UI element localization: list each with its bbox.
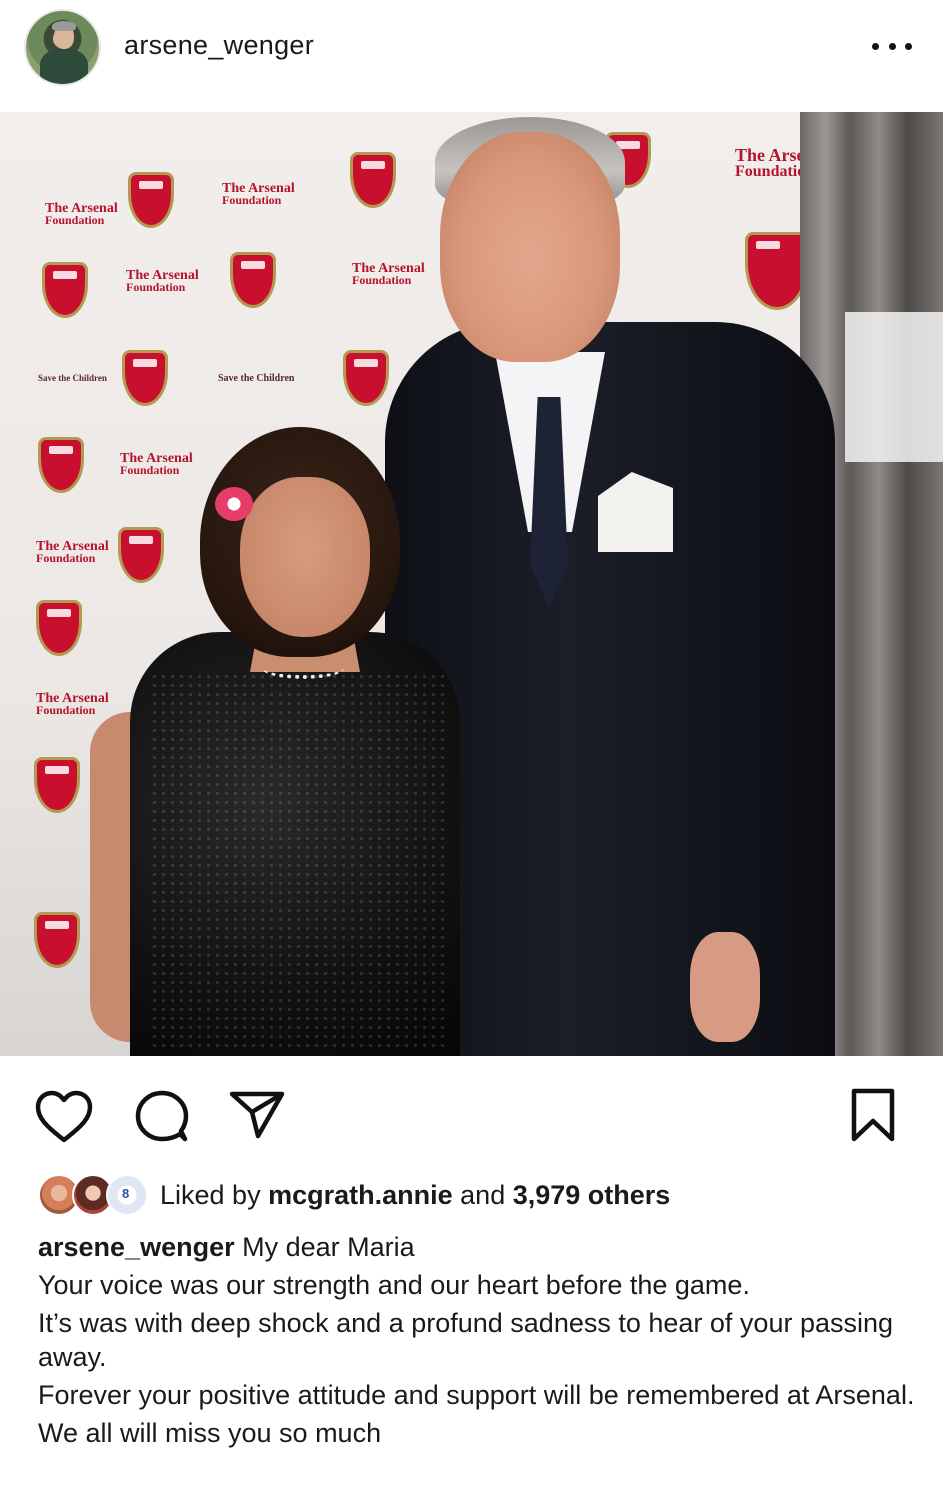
man-hand [690, 932, 760, 1042]
caption-first-line: arsene_wenger My dear Maria [38, 1230, 918, 1264]
more-options-icon[interactable] [872, 38, 912, 54]
comment-icon[interactable] [134, 1090, 190, 1142]
man-face [440, 132, 620, 362]
foundation-logo: The Arsenal Foundation [36, 691, 109, 718]
foundation-logo: The Arsenal Foundation [222, 181, 295, 208]
dot [872, 42, 879, 50]
necklace [262, 657, 344, 679]
window-light [845, 312, 943, 462]
liker-avatars: 8 [38, 1174, 150, 1216]
heart-icon[interactable] [34, 1090, 94, 1144]
liker-avatar: 8 [106, 1174, 148, 1216]
caption-line: It’s was with deep shock and a profund s… [38, 1308, 894, 1372]
liker-username[interactable]: mcgrath.annie [268, 1180, 453, 1210]
avatar-hair [52, 21, 76, 31]
avatar[interactable] [24, 9, 101, 86]
charity-logo: Save the Children [218, 373, 295, 384]
caption-username[interactable]: arsene_wenger [38, 1232, 235, 1262]
caption-line: Your voice was our strength and our hear… [38, 1270, 750, 1300]
post-header: arsene_wenger [0, 0, 943, 112]
foundation-logo: The Arsenal Foundation [352, 261, 425, 288]
share-icon[interactable] [228, 1088, 286, 1140]
caption-text: My dear Maria [242, 1232, 415, 1262]
foundation-logo: The Arsenal Foundation [120, 451, 193, 478]
caption-line: We all will miss you so much [38, 1418, 382, 1448]
likes-count[interactable]: 3,979 others [513, 1180, 671, 1210]
caption-line: Forever your positive attitude and suppo… [38, 1380, 915, 1410]
sequin-pattern [150, 672, 450, 1052]
post-photo[interactable]: The Arsenal Foundation The Arsenal Foundat… [0, 112, 943, 1056]
foundation-logo: The Arsenal Foundation [126, 268, 199, 295]
dot [888, 42, 896, 50]
charity-logo: Save the Children [38, 373, 107, 383]
woman-face [240, 477, 370, 637]
likes-row[interactable]: 8 Liked by mcgrath.annie and 3,979 other… [38, 1172, 670, 1218]
foundation-logo: The Arsenal Foundation [45, 201, 118, 228]
bookmark-icon[interactable] [848, 1087, 898, 1143]
foundation-logo: The Arsenal Foundation [36, 539, 109, 566]
dot [905, 42, 912, 50]
likes-middle: and [460, 1179, 506, 1210]
post-caption: arsene_wenger My dear Maria Your voice w… [38, 1230, 918, 1454]
avatar-body [40, 49, 88, 84]
likes-prefix: Liked by [160, 1179, 261, 1210]
hair-flower [215, 487, 253, 521]
post-username[interactable]: arsene_wenger [124, 30, 314, 61]
likes-text: Liked by mcgrath.annie and 3,979 others [160, 1180, 670, 1211]
